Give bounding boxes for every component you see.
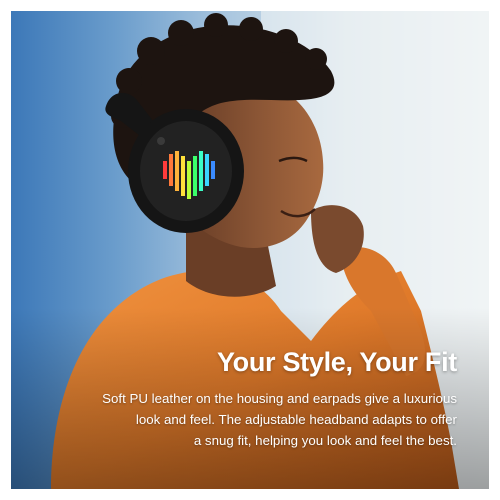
description-line: look and feel. The adjustable headband a… (135, 412, 457, 427)
description-line: a snug fit, helping you look and feel th… (193, 433, 457, 448)
product-image-frame: Your Style, Your Fit Soft PU leather on … (0, 0, 500, 500)
headline: Your Style, Your Fit (216, 347, 457, 377)
description-line: Soft PU leather on the housing and earpa… (102, 391, 457, 406)
description: Soft PU leather on the housing and earpa… (37, 388, 457, 451)
lifestyle-photo: Your Style, Your Fit Soft PU leather on … (11, 11, 489, 489)
